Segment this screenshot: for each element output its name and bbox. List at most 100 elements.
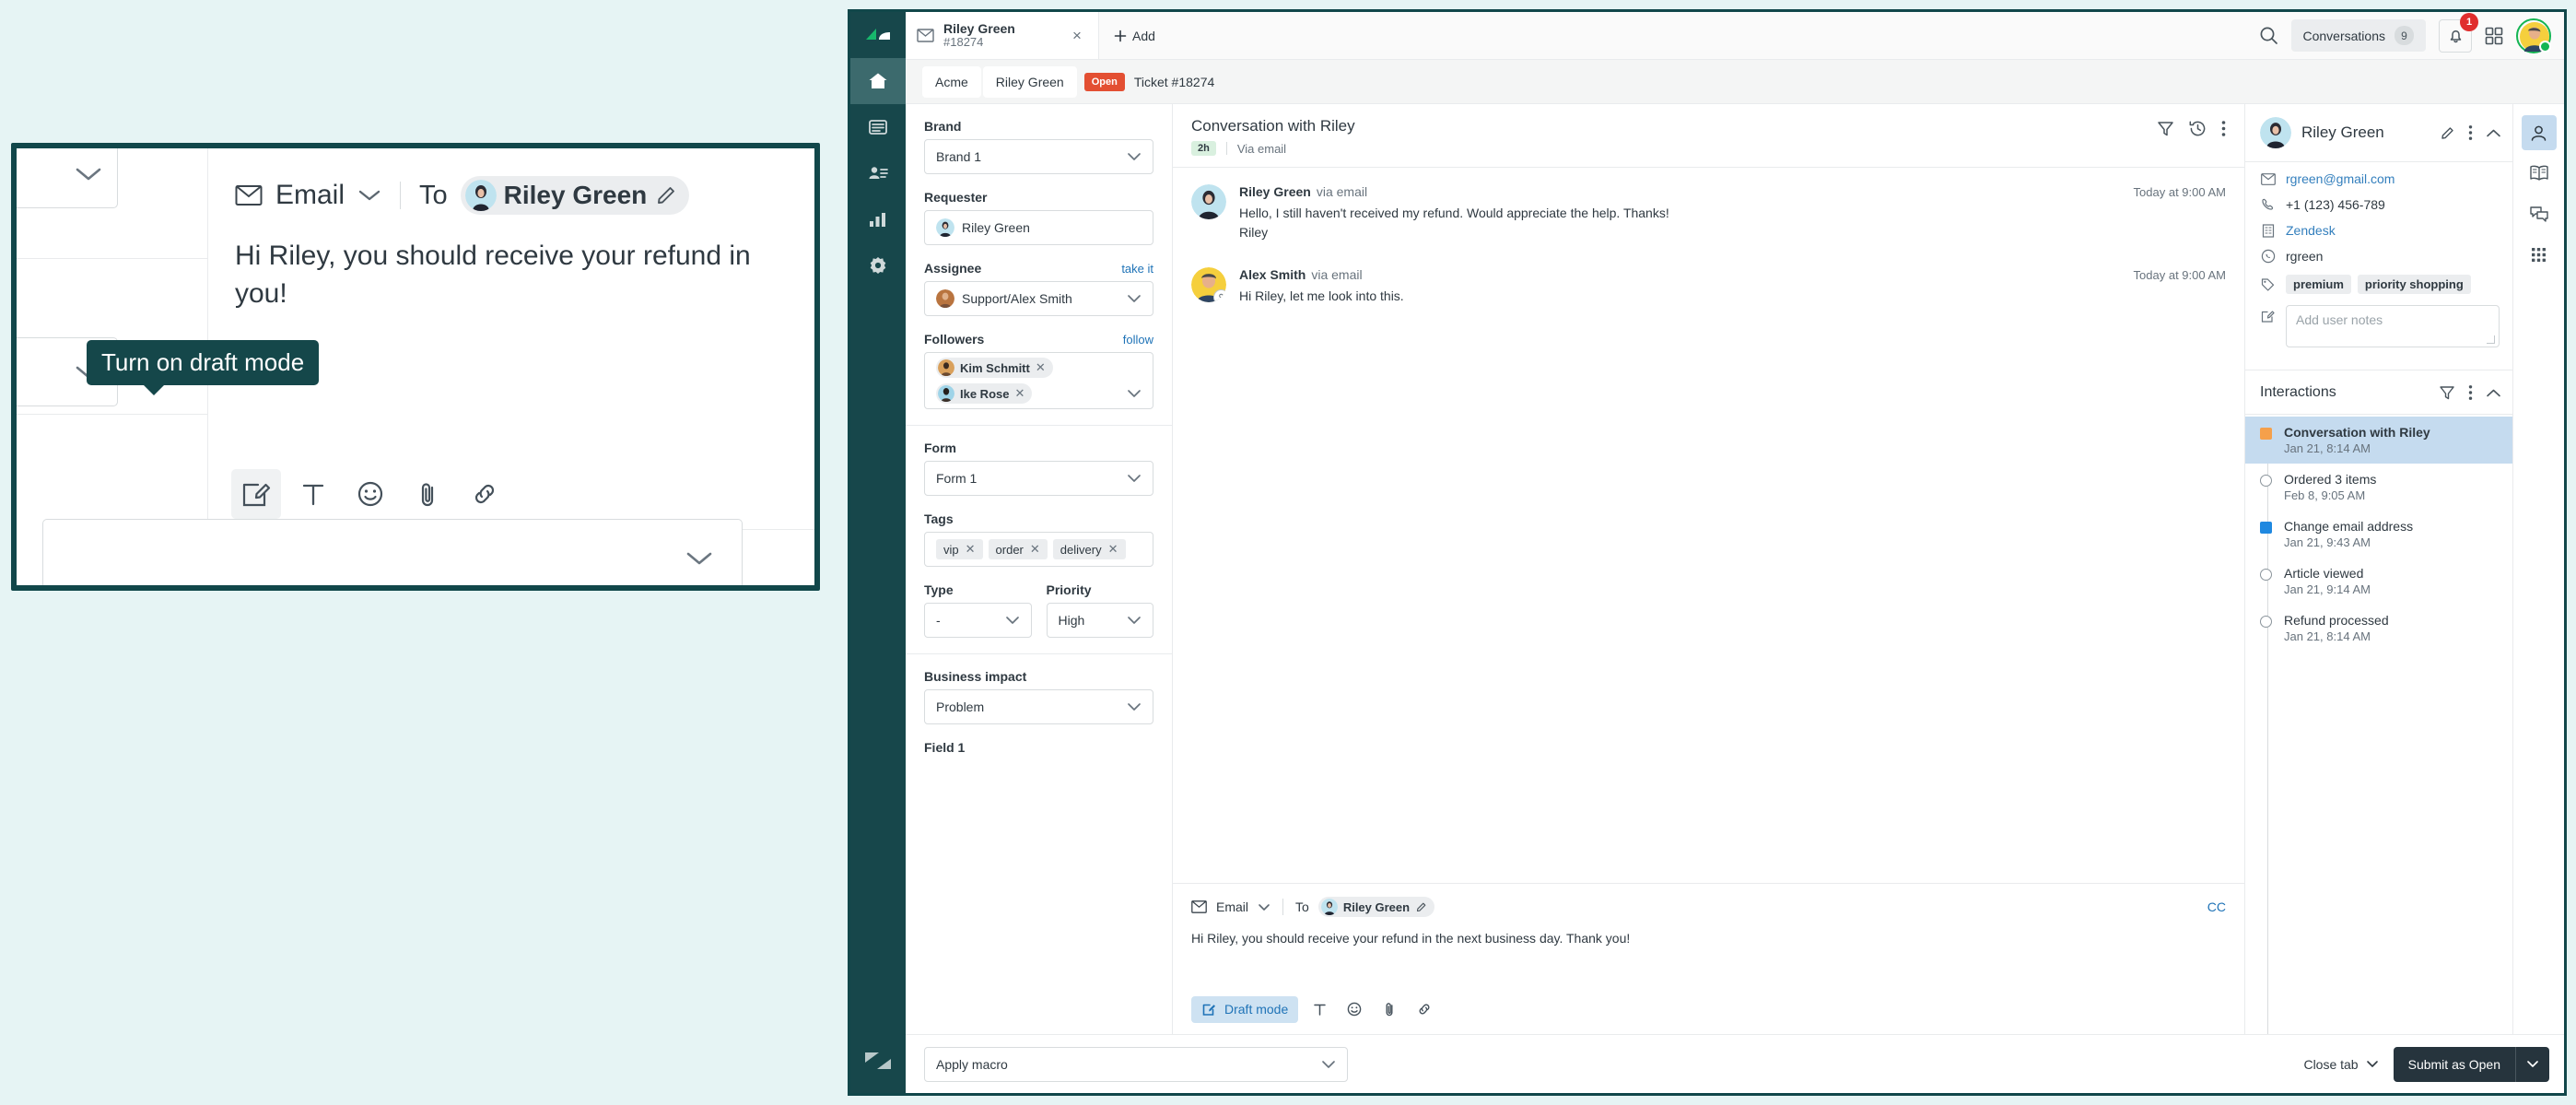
remove-icon[interactable]: ✕ [966, 542, 976, 557]
callout-recipient-pill[interactable]: Riley Green [461, 176, 690, 215]
emoji-icon[interactable] [345, 469, 395, 519]
avatar [1191, 267, 1226, 302]
tab-texts: Riley Green #18274 [943, 21, 1058, 50]
interactions-header: Interactions [2245, 370, 2512, 415]
apps-dots-icon[interactable] [2522, 237, 2557, 272]
user-fields: rgreen@gmail.com +1 (123) 456-789 Zendes… [2245, 162, 2512, 370]
time-chip: 2h [1191, 141, 1216, 156]
chevron-down-icon [2366, 1060, 2379, 1068]
zendesk-mark[interactable] [850, 1029, 906, 1093]
chevron-up-icon[interactable] [2486, 128, 2501, 138]
field-form: Form Form 1 [924, 441, 1153, 496]
kebab-menu-icon[interactable] [2468, 384, 2473, 401]
list-item[interactable]: Refund processed Jan 21, 8:14 AM [2245, 605, 2512, 652]
tags-label: Tags [924, 511, 1153, 526]
remove-icon[interactable]: ✕ [1030, 542, 1040, 557]
breadcrumb: Acme Riley Green Open Ticket #18274 [906, 60, 2564, 104]
list-item[interactable]: Ordered 3 items Feb 8, 9:05 AM [2245, 464, 2512, 511]
user-notes-input[interactable]: Add user notes [2286, 305, 2500, 347]
chevron-up-icon[interactable] [2486, 388, 2501, 398]
breadcrumb-item-1[interactable]: Riley Green [983, 66, 1077, 98]
composer-toolbar: Draft mode [1191, 995, 2226, 1023]
avatar[interactable] [2516, 18, 2551, 53]
kebab-menu-icon[interactable] [2221, 120, 2226, 137]
type-label: Type [924, 582, 1032, 597]
text-format-icon[interactable] [1306, 995, 1333, 1023]
zendesk-logo[interactable] [850, 12, 906, 58]
list-item[interactable]: Change email address Jan 21, 9:43 AM [2245, 511, 2512, 558]
follower-token[interactable]: Ike Rose ✕ [936, 383, 1032, 404]
requester-value: Riley Green [962, 220, 1030, 235]
tag-chip[interactable]: delivery ✕ [1053, 539, 1126, 559]
attachment-icon[interactable] [403, 469, 452, 519]
pencil-icon[interactable] [654, 183, 678, 207]
notifications-button[interactable]: 1 [2439, 19, 2472, 53]
requester-input[interactable]: Riley Green [924, 210, 1153, 245]
filter-icon[interactable] [2439, 384, 2455, 401]
callout-composer-body[interactable]: Hi Riley, you should receive your refund… [235, 237, 796, 313]
take-it-link[interactable]: take it [1121, 262, 1153, 276]
grid-icon[interactable] [2485, 27, 2503, 45]
form-select[interactable]: Form 1 [924, 461, 1153, 496]
tags-input[interactable]: vip ✕ order ✕ delivery ✕ [924, 532, 1153, 567]
emoji-icon[interactable] [1341, 995, 1368, 1023]
user-organization[interactable]: Zendesk [2286, 223, 2336, 238]
list-item[interactable]: Conversation with Riley Jan 21, 8:14 AM [2245, 417, 2512, 464]
conversations-chip[interactable]: Conversations 9 [2291, 19, 2427, 52]
draft-mode-icon [1201, 1002, 1217, 1017]
attachment-icon[interactable] [1376, 995, 1403, 1023]
chevron-down-icon[interactable] [357, 188, 381, 203]
sidebar-item-customers[interactable] [850, 150, 906, 196]
tab-title: Riley Green [943, 21, 1058, 36]
pencil-icon[interactable] [2440, 125, 2455, 141]
breadcrumb-item-0[interactable]: Acme [922, 66, 981, 98]
search-icon[interactable] [2259, 26, 2278, 45]
link-icon[interactable] [460, 469, 509, 519]
remove-icon[interactable]: ✕ [1108, 542, 1118, 557]
filter-icon[interactable] [2157, 120, 2174, 137]
brand-select[interactable]: Brand 1 [924, 139, 1153, 174]
sidebar-item-admin[interactable] [850, 242, 906, 288]
history-icon[interactable] [2189, 120, 2207, 137]
apply-macro-select[interactable]: Apply macro [924, 1047, 1348, 1082]
user-email[interactable]: rgreen@gmail.com [2286, 171, 2395, 186]
ticket-tab[interactable]: Riley Green #18274 × [906, 12, 1099, 59]
interaction-date: Jan 21, 9:43 AM [2284, 535, 2413, 549]
callout-macro-select[interactable] [42, 519, 743, 591]
submit-dropdown-button[interactable] [2516, 1047, 2549, 1082]
kebab-menu-icon[interactable] [2468, 124, 2473, 141]
composer-body[interactable]: Hi Riley, you should receive your refund… [1191, 929, 2226, 981]
sidebar-item-reporting[interactable] [850, 196, 906, 242]
add-tab-button[interactable]: Add [1099, 12, 1170, 59]
follower-token[interactable]: Kim Schmitt ✕ [936, 358, 1053, 378]
business-impact-select[interactable]: Problem [924, 689, 1153, 724]
list-item[interactable]: Article viewed Jan 21, 9:14 AM [2245, 558, 2512, 605]
user-tag: priority shopping [2358, 275, 2471, 294]
composer-recipient-pill[interactable]: Riley Green [1318, 897, 1434, 917]
callout-select-top[interactable] [11, 143, 118, 208]
followers-input[interactable]: Kim Schmitt ✕ Ike Rose ✕ [924, 352, 1153, 409]
close-icon[interactable]: × [1067, 26, 1087, 46]
follow-link[interactable]: follow [1123, 333, 1153, 347]
user-icon[interactable] [2522, 115, 2557, 150]
close-tab-button[interactable]: Close tab [2303, 1057, 2378, 1072]
remove-icon[interactable]: ✕ [1014, 386, 1025, 401]
sidebar-item-home[interactable] [850, 58, 906, 104]
remove-icon[interactable]: ✕ [1036, 360, 1046, 375]
assignee-select[interactable]: Support/Alex Smith [924, 281, 1153, 316]
pencil-icon[interactable] [1415, 901, 1427, 913]
draft-mode-button[interactable]: Draft mode [1191, 996, 1298, 1023]
submit-button[interactable]: Submit as Open [2394, 1047, 2515, 1082]
draft-mode-icon[interactable] [231, 469, 281, 519]
link-icon[interactable] [1411, 995, 1438, 1023]
type-select[interactable]: - [924, 603, 1032, 638]
chat-bubbles-icon[interactable] [2522, 196, 2557, 231]
tag-chip[interactable]: order ✕ [989, 539, 1048, 559]
text-format-icon[interactable] [288, 469, 338, 519]
sidebar-item-views[interactable] [850, 104, 906, 150]
tag-chip[interactable]: vip ✕ [936, 539, 983, 559]
chevron-down-icon[interactable] [1258, 903, 1270, 911]
priority-select[interactable]: High [1047, 603, 1154, 638]
cc-button[interactable]: CC [2207, 899, 2226, 914]
knowledge-book-icon[interactable] [2522, 156, 2557, 191]
